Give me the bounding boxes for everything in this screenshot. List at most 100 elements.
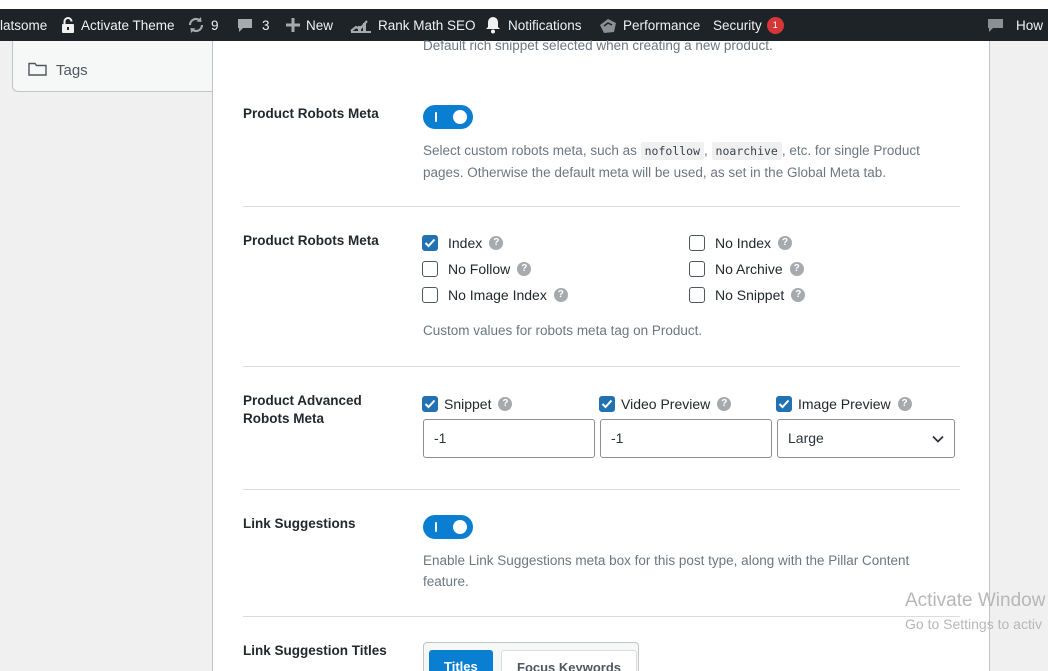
checkbox-unchecked[interactable] [689, 235, 705, 251]
link-suggestions-label: Link Suggestions [243, 516, 356, 531]
link-suggestion-titles-toggle: Titles Focus Keywords [423, 642, 639, 671]
comments-count: 3 [262, 17, 270, 33]
comment-bubble-icon [987, 18, 1004, 33]
no-archive-label: No Archive [715, 261, 783, 277]
plus-icon [286, 18, 300, 32]
advanced-robots-label: Product Advanced Robots Meta [243, 392, 362, 428]
nofollow-code: nofollow [640, 142, 705, 160]
comments-link[interactable]: 3 [237, 9, 270, 41]
link-suggestions-toggle[interactable] [423, 515, 473, 539]
checkbox-checked[interactable] [422, 235, 438, 251]
help-icon[interactable]: ? [489, 236, 504, 250]
help-icon[interactable]: ? [498, 397, 513, 411]
performance-label: Performance [623, 17, 701, 33]
desc-separator: , [704, 143, 708, 158]
rich-snippet-description: Default rich snippet selected when creat… [423, 38, 773, 53]
desc-prefix: Select custom robots meta, such as [423, 143, 637, 158]
sidebar: Tags [12, 41, 213, 92]
sidebar-item-tags[interactable]: Tags [28, 61, 88, 80]
focus-keywords-option[interactable]: Focus Keywords [501, 650, 638, 671]
no-index-label: No Index [715, 235, 772, 251]
updates-link[interactable]: 9 [187, 9, 219, 41]
no-archive-checkbox[interactable]: No Archive ? [689, 261, 804, 277]
index-checkbox[interactable]: Index ? [422, 235, 504, 251]
image-preview-label: Image Preview [798, 396, 891, 412]
snippet-length-input[interactable]: -1 [423, 419, 595, 458]
howdy-label: How [1016, 17, 1044, 33]
no-snippet-label: No Snippet [715, 287, 785, 303]
rankmath-icon [350, 17, 372, 33]
checkbox-unchecked[interactable] [689, 287, 705, 303]
robots-meta-checks-description: Custom values for robots meta tag on Pro… [423, 323, 703, 338]
help-icon[interactable]: ? [778, 236, 793, 250]
activate-theme-link[interactable]: Activate Theme [61, 9, 175, 41]
robots-meta-toggle-description: Select custom robots meta, such as nofol… [423, 140, 953, 183]
rankmath-label: Rank Math SEO [378, 17, 476, 33]
updates-icon [187, 17, 205, 33]
no-index-checkbox[interactable]: No Index ? [689, 235, 793, 251]
video-preview-checkbox[interactable]: Video Preview ? [599, 396, 732, 412]
notifications-label: Notifications [508, 17, 582, 33]
robots-meta-toggle[interactable] [423, 105, 473, 129]
help-icon[interactable]: ? [717, 397, 732, 411]
folder-icon [28, 61, 56, 80]
noarchive-code: noarchive [711, 142, 782, 160]
desc-suffix: , etc. for single Product [781, 143, 920, 158]
help-icon[interactable]: ? [897, 397, 912, 411]
site-name-label: latsome [0, 17, 48, 33]
help-icon[interactable]: ? [553, 288, 568, 302]
titles-option[interactable]: Titles [429, 650, 493, 671]
browser-top-strip [0, 0, 1048, 9]
snippet-label: Snippet [444, 396, 492, 412]
video-preview-input[interactable]: -1 [600, 419, 772, 458]
watermark-line2: Go to Settings to activ [905, 616, 1042, 632]
checkbox-unchecked[interactable] [689, 261, 705, 277]
checkbox-checked[interactable] [776, 396, 792, 412]
image-preview-checkbox[interactable]: Image Preview ? [776, 396, 912, 412]
no-follow-checkbox[interactable]: No Follow ? [422, 261, 532, 277]
link-suggestion-titles-label: Link Suggestion Titles [243, 643, 387, 658]
settings-panel: Default rich snippet selected when creat… [212, 38, 990, 671]
new-content-link[interactable]: New [286, 9, 333, 41]
bell-icon [484, 16, 502, 34]
image-preview-select-value: Large [788, 430, 824, 446]
index-label: Index [448, 235, 483, 251]
no-snippet-checkbox[interactable]: No Snippet ? [689, 287, 806, 303]
robots-meta-checks-label: Product Robots Meta [243, 233, 379, 248]
watermark-line1: Activate Window [905, 590, 1046, 611]
section-divider [243, 616, 960, 617]
checkbox-checked[interactable] [422, 396, 438, 412]
help-icon[interactable]: ? [517, 262, 532, 276]
sidebar-item-label: Tags [56, 62, 88, 79]
desc-line2: pages. Otherwise the default meta will b… [423, 165, 887, 180]
site-name-link[interactable]: latsome [0, 9, 47, 41]
checkbox-unchecked[interactable] [422, 261, 438, 277]
advanced-robots-label-line1: Product Advanced [243, 393, 362, 408]
help-icon[interactable]: ? [791, 288, 806, 302]
activate-theme-label: Activate Theme [81, 17, 175, 33]
no-follow-label: No Follow [448, 261, 511, 277]
new-label: New [306, 17, 334, 33]
chevron-down-icon [932, 420, 944, 457]
link-suggestions-desc-line2: feature. [423, 574, 469, 589]
link-suggestions-description: Enable Link Suggestions meta box for thi… [423, 550, 953, 592]
link-suggestions-desc-line1: Enable Link Suggestions meta box for thi… [423, 553, 910, 568]
checkbox-unchecked[interactable] [422, 287, 438, 303]
image-preview-select[interactable]: Large [777, 419, 955, 458]
no-image-index-label: No Image Index [448, 287, 547, 303]
security-badge: 1 [766, 16, 784, 34]
video-preview-label: Video Preview [621, 396, 711, 412]
security-label: Security [713, 17, 762, 33]
activation-watermark: Activate Window Go to Settings to activ [905, 589, 1045, 634]
checkbox-checked[interactable] [599, 396, 615, 412]
no-image-index-checkbox[interactable]: No Image Index ? [422, 287, 568, 303]
account-link[interactable]: How [987, 9, 1043, 41]
lock-icon [61, 17, 75, 33]
section-divider [243, 366, 960, 367]
snippet-checkbox[interactable]: Snippet ? [422, 396, 513, 412]
robots-meta-toggle-label: Product Robots Meta [243, 106, 379, 121]
help-icon[interactable]: ? [789, 262, 804, 276]
comment-icon [237, 18, 253, 33]
section-divider [243, 489, 960, 490]
section-divider [243, 206, 960, 207]
